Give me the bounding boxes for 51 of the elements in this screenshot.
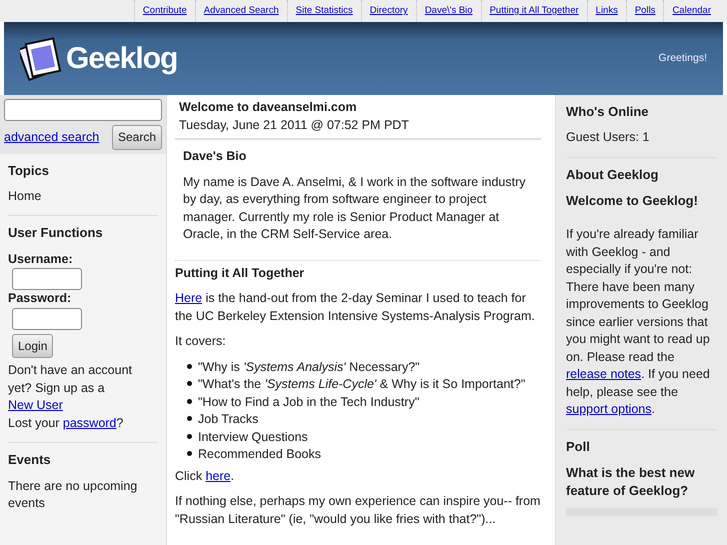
story-title: Welcome to daveanselmi.com bbox=[179, 99, 358, 116]
bullet-icon bbox=[187, 451, 192, 456]
bullet-icon bbox=[187, 364, 192, 368]
list-item: "Why is 'Systems Analysis' Necessary?" bbox=[198, 358, 420, 376]
bullet-icon bbox=[187, 381, 192, 386]
list-item: "What's the 'Systems Life-Cycle' & Why is it So Important?" bbox=[198, 376, 526, 393]
poll-question: What is the best new feature of Geeklog? bbox=[566, 464, 696, 500]
block-title: Poll bbox=[566, 438, 591, 456]
story-date: Tuesday, June 21 2011 @ 07:52 PM PDT bbox=[179, 116, 410, 134]
username-field[interactable] bbox=[12, 268, 82, 290]
greeting: Greetings! bbox=[658, 51, 707, 66]
text-link[interactable]: Here bbox=[175, 291, 202, 305]
article-text: Click here. bbox=[175, 468, 236, 484]
list-item: Interview Questions bbox=[198, 428, 308, 446]
text-link[interactable]: New User bbox=[8, 398, 63, 412]
field-label: Username: bbox=[8, 250, 74, 268]
about-text: If you're already familiar with Geeklog - and especially if you're not: There have been many improvements to Geeklog since earlier versions that you might want to read up on. Please read the release notes. If you need help, please see the support options. bbox=[566, 226, 711, 418]
password-field[interactable] bbox=[12, 308, 82, 330]
text-link[interactable]: release notes bbox=[566, 367, 642, 382]
text-link[interactable]: support options bbox=[566, 402, 652, 416]
text-link[interactable]: password bbox=[62, 416, 116, 430]
block-title: Who's Online bbox=[566, 103, 650, 121]
bullet-icon bbox=[187, 434, 192, 438]
block-title: Topics bbox=[8, 162, 50, 180]
list-item: Job Tracks bbox=[198, 411, 258, 428]
section-title: Dave's Bio bbox=[183, 148, 248, 165]
article-text: If nothing else, perhaps my own experience can inspire you-- from "Russian Literature" (ie, "would you like fries with that?")... bbox=[175, 493, 541, 528]
advanced-search-link[interactable]: advanced search bbox=[4, 128, 100, 146]
lost-password-text: Lost your password? bbox=[8, 414, 124, 432]
online-count: Guest Users: 1 bbox=[566, 129, 650, 146]
text-link[interactable]: here bbox=[206, 468, 231, 482]
list-item: "How to Find a Job in the Tech Industry" bbox=[198, 394, 420, 411]
block-title: About Geeklog bbox=[566, 166, 660, 184]
search-button[interactable]: Search bbox=[112, 125, 162, 150]
bio-text: My name is Dave A. Anselmi, & I work in the software industry by day, as everything from software engineer to project manager. Currently my role is Senior Product Manager at Oracle, in the CRM Self-Service area. bbox=[183, 174, 526, 243]
list-item: Recommended Books bbox=[198, 446, 321, 463]
topic-link[interactable]: Home bbox=[8, 188, 158, 206]
login-button[interactable]: Login bbox=[12, 334, 54, 358]
block-subtitle: Welcome to Geeklog! bbox=[566, 192, 699, 210]
logo-icon bbox=[20, 36, 62, 82]
bullet-icon bbox=[187, 398, 192, 404]
block-title: User Functions bbox=[8, 224, 104, 242]
events-text: There are no upcoming events bbox=[8, 478, 138, 512]
article-text: Here is the hand-out from the 2-day Seminar I used to teach for the UC Berkeley Extension Intensive Systems-Analysis Program. bbox=[175, 290, 536, 325]
search-field[interactable] bbox=[4, 99, 162, 121]
article-text: It covers: bbox=[175, 333, 227, 350]
field-label: Password: bbox=[8, 290, 72, 308]
site-logo[interactable]: Geeklog bbox=[66, 38, 178, 80]
article-title: Putting it All Together bbox=[175, 264, 306, 282]
block-title: Events bbox=[8, 451, 52, 470]
bullet-icon bbox=[187, 416, 192, 421]
